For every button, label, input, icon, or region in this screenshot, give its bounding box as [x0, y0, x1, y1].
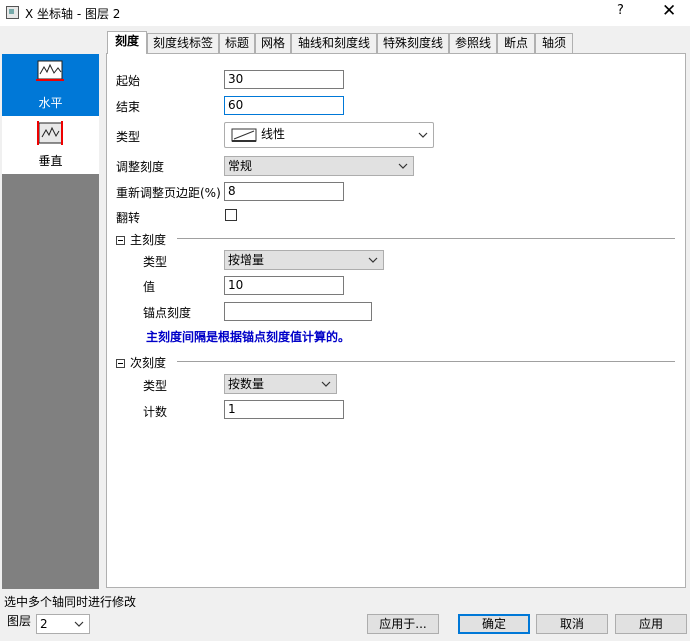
cancel-button[interactable]: 取消	[536, 614, 608, 634]
sidebar-item-horizontal[interactable]: 水平	[2, 54, 99, 116]
tab-grids[interactable]: 网格	[255, 33, 291, 53]
start-label: 起始	[116, 74, 141, 88]
major-ticks-title: 主刻度	[130, 233, 167, 247]
major-ticks-note: 主刻度间隔是根据锚点刻度值计算的。	[146, 330, 351, 344]
minor-ticks-header[interactable]: 次刻度	[116, 354, 166, 371]
window-title: X 坐标轴 - 图层 2	[25, 7, 121, 21]
tab-line-and-ticks[interactable]: 轴线和刻度线	[291, 33, 377, 53]
tab-rug[interactable]: 轴须	[535, 33, 573, 53]
margin-label: 重新调整页边距(%)	[116, 186, 221, 200]
start-input[interactable]: 30	[224, 70, 344, 89]
chevron-down-icon	[368, 257, 378, 263]
minor-type-label: 类型	[143, 379, 168, 393]
title-bar: X 坐标轴 - 图层 2 ? ✕	[0, 0, 690, 26]
major-type-select[interactable]: 按增量	[224, 250, 384, 270]
chevron-down-icon	[74, 621, 84, 627]
layer-value: 2	[40, 617, 48, 631]
major-type-value: 按增量	[228, 253, 265, 267]
end-label: 结束	[116, 100, 141, 114]
anchor-label: 锚点刻度	[143, 306, 192, 320]
sidebar-item-label: 水平	[38, 96, 63, 110]
anchor-input[interactable]	[224, 302, 372, 321]
major-type-label: 类型	[143, 255, 168, 269]
chevron-down-icon	[418, 132, 428, 138]
rescale-label: 调整刻度	[116, 160, 165, 174]
rescale-value: 常规	[228, 159, 253, 173]
minor-type-select[interactable]: 按数量	[224, 374, 337, 394]
scale-panel: 起始 30 结束 60 类型 线性 调整刻度 常规 重新调整页边距(%) 8 翻…	[106, 53, 686, 588]
scale-type-value: 线性	[261, 127, 286, 141]
layer-select[interactable]: 2	[36, 614, 90, 634]
tab-breaks[interactable]: 断点	[497, 33, 535, 53]
tab-tick-labels[interactable]: 刻度线标签	[147, 33, 219, 53]
major-value-label: 值	[143, 280, 156, 294]
type-label: 类型	[116, 130, 141, 144]
scale-type-select[interactable]: 线性	[224, 122, 434, 148]
rescale-select[interactable]: 常规	[224, 156, 414, 176]
chevron-down-icon	[321, 381, 331, 387]
ok-button[interactable]: 确定	[458, 614, 530, 634]
tab-reference-lines[interactable]: 参照线	[449, 33, 497, 53]
axis-sidebar: 水平 垂直	[2, 54, 99, 589]
apply-to-button[interactable]: 应用于...	[367, 614, 439, 634]
minor-ticks-title: 次刻度	[130, 356, 167, 370]
section-divider	[177, 238, 675, 239]
apply-button[interactable]: 应用	[615, 614, 687, 634]
chevron-down-icon	[398, 163, 408, 169]
tab-scale[interactable]: 刻度	[107, 31, 147, 54]
linear-scale-icon	[231, 128, 257, 142]
collapse-icon[interactable]	[116, 236, 125, 245]
sidebar-item-label: 垂直	[38, 154, 63, 168]
reverse-checkbox[interactable]	[225, 209, 237, 221]
sidebar-item-vertical[interactable]: 垂直	[2, 116, 99, 174]
help-button[interactable]: ?	[617, 3, 624, 18]
minor-type-value: 按数量	[228, 377, 265, 391]
margin-input[interactable]: 8	[224, 182, 344, 201]
major-ticks-header[interactable]: 主刻度	[116, 231, 166, 248]
section-divider	[177, 361, 675, 362]
layer-label: 图层	[7, 614, 32, 628]
app-icon	[6, 6, 19, 19]
tab-special-ticks[interactable]: 特殊刻度线	[377, 33, 449, 53]
vertical-axis-icon	[37, 121, 63, 145]
collapse-icon[interactable]	[116, 359, 125, 368]
status-text: 选中多个轴同时进行修改	[4, 595, 137, 609]
close-button[interactable]: ✕	[662, 1, 676, 21]
tab-title[interactable]: 标题	[219, 33, 255, 53]
minor-count-label: 计数	[143, 405, 168, 419]
minor-count-input[interactable]: 1	[224, 400, 344, 419]
major-value-input[interactable]: 10	[224, 276, 344, 295]
end-input[interactable]: 60	[224, 96, 344, 115]
reverse-label: 翻转	[116, 211, 141, 225]
horizontal-axis-icon	[36, 60, 64, 81]
